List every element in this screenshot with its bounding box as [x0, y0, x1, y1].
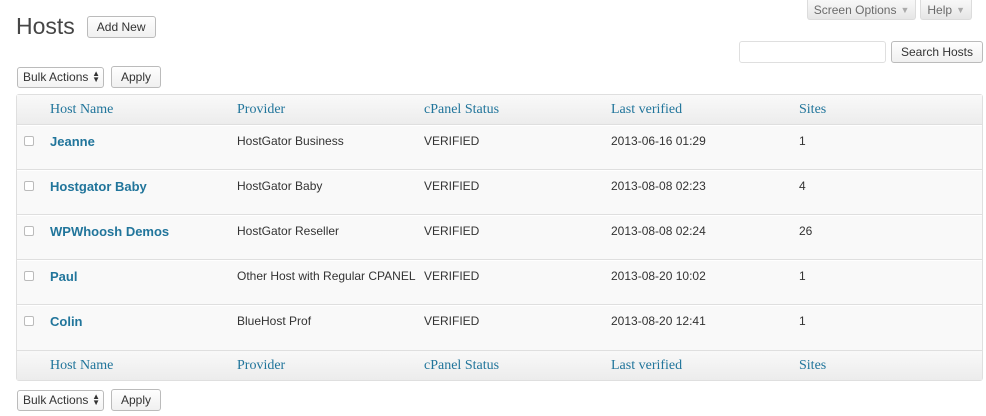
page-title: Hosts: [16, 13, 75, 39]
bulk-actions-select[interactable]: Bulk Actions ▲ ▼: [17, 389, 104, 411]
column-cpanel-status[interactable]: cPanel Status: [424, 95, 611, 125]
sites-cell: 4: [799, 170, 982, 215]
table-header-row: Host Name Provider cPanel Status Last ve…: [17, 95, 982, 125]
column-host-name[interactable]: Host Name: [50, 95, 237, 125]
host-name-link[interactable]: WPWhoosh Demos: [50, 224, 169, 239]
provider-cell: HostGator Reseller: [237, 215, 424, 260]
table-row: Paul Other Host with Regular CPANEL VERI…: [17, 260, 982, 305]
column-provider[interactable]: Provider: [237, 350, 424, 380]
screen-options-label: Screen Options: [813, 2, 897, 17]
table-row: Colin BlueHost Prof VERIFIED 2013-08-20 …: [17, 305, 982, 350]
select-arrows-icon: ▲ ▼: [92, 392, 100, 407]
status-cell: VERIFIED: [424, 215, 611, 260]
row-checkbox[interactable]: [24, 316, 34, 326]
column-host-name[interactable]: Host Name: [50, 350, 237, 380]
column-sites[interactable]: Sites: [799, 95, 982, 125]
bulk-actions-selected: Bulk Actions: [23, 70, 89, 84]
add-new-button[interactable]: Add New: [86, 15, 156, 38]
column-sites[interactable]: Sites: [799, 350, 982, 380]
hosts-table: Host Name Provider cPanel Status Last ve…: [16, 94, 983, 381]
row-checkbox[interactable]: [24, 271, 34, 281]
tablenav-bottom: Bulk Actions ▲ ▼ Apply: [17, 389, 162, 411]
tablenav-top: Bulk Actions ▲ ▼ Apply: [17, 66, 162, 88]
sites-cell: 1: [799, 305, 982, 350]
status-cell: VERIFIED: [424, 305, 611, 350]
search-box: Search Hosts: [738, 41, 983, 63]
column-provider[interactable]: Provider: [237, 95, 424, 125]
provider-cell: Other Host with Regular CPANEL: [237, 260, 424, 305]
chevron-down-icon: ▼: [900, 4, 910, 15]
provider-cell: HostGator Business: [237, 125, 424, 170]
row-checkbox[interactable]: [24, 136, 34, 146]
last-verified-cell: 2013-06-16 01:29: [611, 125, 799, 170]
help-label: Help: [927, 2, 953, 17]
provider-cell: HostGator Baby: [237, 170, 424, 215]
select-all-column: [17, 350, 50, 380]
apply-button[interactable]: Apply: [111, 66, 162, 88]
apply-button[interactable]: Apply: [111, 389, 162, 411]
host-name-link[interactable]: Colin: [50, 314, 83, 329]
table-row: Jeanne HostGator Business VERIFIED 2013-…: [17, 125, 982, 170]
select-all-column: [17, 95, 50, 125]
screen-options-tab[interactable]: Screen Options ▼: [806, 0, 917, 20]
host-name-link[interactable]: Hostgator Baby: [50, 179, 147, 194]
sites-cell: 26: [799, 215, 982, 260]
search-input[interactable]: [738, 41, 886, 63]
sites-cell: 1: [799, 260, 982, 305]
host-name-link[interactable]: Paul: [50, 269, 77, 284]
screen-meta-links: Screen Options ▼ Help ▼: [806, 0, 972, 20]
search-hosts-button[interactable]: Search Hosts: [890, 41, 983, 63]
column-last-verified[interactable]: Last verified: [611, 350, 799, 380]
last-verified-cell: 2013-08-08 02:23: [611, 170, 799, 215]
row-checkbox[interactable]: [24, 226, 34, 236]
page-header: Hosts Add New: [16, 13, 156, 40]
bulk-actions-selected: Bulk Actions: [23, 393, 89, 407]
sites-cell: 1: [799, 125, 982, 170]
host-name-link[interactable]: Jeanne: [50, 134, 95, 149]
table-row: Hostgator Baby HostGator Baby VERIFIED 2…: [17, 170, 982, 215]
bulk-actions-select[interactable]: Bulk Actions ▲ ▼: [17, 66, 104, 88]
status-cell: VERIFIED: [424, 260, 611, 305]
help-tab[interactable]: Help ▼: [920, 0, 972, 20]
select-arrows-icon: ▲ ▼: [92, 69, 100, 84]
last-verified-cell: 2013-08-08 02:24: [611, 215, 799, 260]
column-last-verified[interactable]: Last verified: [611, 95, 799, 125]
status-cell: VERIFIED: [424, 170, 611, 215]
table-row: WPWhoosh Demos HostGator Reseller VERIFI…: [17, 215, 982, 260]
row-checkbox[interactable]: [24, 181, 34, 191]
table-footer-row: Host Name Provider cPanel Status Last ve…: [17, 350, 982, 380]
last-verified-cell: 2013-08-20 12:41: [611, 305, 799, 350]
column-cpanel-status[interactable]: cPanel Status: [424, 350, 611, 380]
last-verified-cell: 2013-08-20 10:02: [611, 260, 799, 305]
chevron-down-icon: ▼: [956, 4, 965, 15]
provider-cell: BlueHost Prof: [237, 305, 424, 350]
status-cell: VERIFIED: [424, 125, 611, 170]
